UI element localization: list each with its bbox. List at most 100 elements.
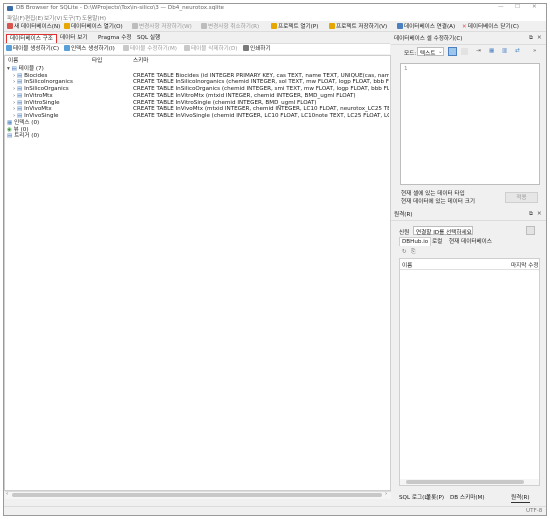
- tab-edit-pragmas[interactable]: Pragma 수정: [95, 34, 135, 43]
- tree-table-row[interactable]: › ▤ InVivoSingle: [13, 113, 59, 120]
- attach-db-icon: [397, 23, 403, 29]
- collapsed-arrow-icon: ›: [13, 92, 16, 99]
- table-icon: ▤: [17, 79, 23, 86]
- remote-tab-dbhub[interactable]: DBHub.io: [399, 237, 432, 246]
- save-project-icon: [329, 23, 335, 29]
- remote-tab-current-db[interactable]: 현재 데이터베이스: [449, 238, 492, 246]
- remote-column-name[interactable]: 이름: [402, 261, 412, 269]
- revert-icon: [201, 23, 207, 29]
- float-panel-icon[interactable]: ⧉: [529, 35, 533, 42]
- open-db-icon: [64, 23, 70, 29]
- scrollbar-thumb[interactable]: [12, 493, 382, 497]
- close-button[interactable]: ✕: [532, 4, 537, 10]
- table-icon: ▤: [17, 99, 23, 106]
- tree-group-triggers[interactable]: ▤ 트리거 (0): [7, 133, 39, 140]
- table-schema: CREATE TABLE InVivoSingle (chemid INTEGE…: [133, 112, 389, 119]
- apply-button-label: 적용: [516, 195, 527, 201]
- clone-icon[interactable]: ⎘: [411, 249, 415, 256]
- identity-select-value: 연결할 ID를 선택하세요: [416, 230, 472, 236]
- set-null-icon[interactable]: ▥: [502, 48, 507, 54]
- apply-button[interactable]: 적용: [505, 192, 538, 203]
- tab-browse-data[interactable]: 데이터 보기: [57, 34, 91, 43]
- close-panel-icon[interactable]: ✕: [537, 35, 542, 41]
- column-header-schema[interactable]: 스키마: [133, 57, 148, 66]
- collapsed-arrow-icon: ›: [13, 106, 16, 113]
- delete-table-icon: [184, 45, 190, 51]
- tree-group-indexes[interactable]: ▦ 인덱스 (0): [7, 120, 39, 127]
- close-database-button[interactable]: ✕데이터베이스 닫기(C): [462, 22, 519, 32]
- open-project-icon: [271, 23, 277, 29]
- table-icon: ▤: [17, 92, 23, 99]
- import-icon[interactable]: ⇥: [476, 48, 481, 54]
- create-table-button[interactable]: 테이블 생성하기(C): [6, 45, 59, 54]
- trigger-icon: ▤: [7, 133, 13, 140]
- tab-database-structure[interactable]: 데이터베이스 구조: [6, 34, 57, 43]
- remote-horizontal-scrollbar[interactable]: [400, 479, 539, 485]
- table-schema: CREATE TABLE InVitroSingle (chemid INTEG…: [133, 99, 317, 106]
- minimize-button[interactable]: —: [498, 4, 504, 10]
- table-schema: CREATE TABLE InVitroMtx (mtxid INTEGER, …: [133, 92, 356, 99]
- identity-select[interactable]: 연결할 ID를 선택하세요 ⌄: [413, 226, 473, 236]
- table-schema: CREATE TABLE InSilicoInorganics (chemid …: [133, 79, 389, 86]
- revert-changes-button[interactable]: 변경사항 취소하기(R): [201, 22, 259, 32]
- tab-db-schema[interactable]: DB 스키마(M): [450, 494, 485, 503]
- remote-file-list[interactable]: [399, 258, 540, 486]
- word-wrap-icon[interactable]: [461, 48, 468, 55]
- table-schema: CREATE TABLE InSilicoOrganics (chemid IN…: [133, 86, 389, 93]
- collapsed-arrow-icon: ›: [13, 112, 16, 119]
- remote-options-icon[interactable]: [526, 226, 535, 235]
- db-structure-tree[interactable]: [4, 55, 391, 491]
- close-panel-icon[interactable]: ✕: [537, 211, 542, 217]
- tree-table-row[interactable]: › ▤ Biocides: [13, 73, 47, 80]
- expanded-arrow-icon: ▾: [7, 66, 10, 72]
- print-button[interactable]: 인쇄하기: [243, 45, 271, 54]
- write-changes-button[interactable]: 변경사항 저장하기(W): [132, 22, 192, 32]
- cell-editor[interactable]: 1: [400, 63, 540, 185]
- refresh-icon[interactable]: ↻: [402, 249, 407, 255]
- create-index-icon: [64, 45, 70, 51]
- remote-column-modified[interactable]: 마지막 수정: [511, 261, 539, 269]
- column-header-type[interactable]: 타입: [92, 57, 102, 66]
- tree-table-row[interactable]: › ▤ InVitroMtx: [13, 93, 53, 100]
- attach-database-button[interactable]: 데이터베이스 연결(A): [397, 22, 455, 32]
- scroll-left-icon[interactable]: ‹: [6, 491, 8, 497]
- more-icon[interactable]: »: [533, 48, 536, 54]
- tab-plot[interactable]: 플롯(P): [426, 494, 444, 503]
- save-project-button[interactable]: 프로젝트 저장하기(V): [329, 22, 387, 32]
- scroll-right-icon[interactable]: ›: [385, 491, 387, 497]
- new-database-button[interactable]: 새 데이터베이스(N): [7, 22, 60, 32]
- delete-table-button[interactable]: 테이블 삭제하기(D): [184, 45, 237, 54]
- export-icon[interactable]: ▦: [489, 48, 494, 54]
- create-table-icon: [6, 45, 12, 51]
- modify-table-button[interactable]: 테이블 수정하기(M): [123, 45, 177, 54]
- tab-execute-sql[interactable]: SQL 실행: [134, 34, 163, 43]
- float-panel-icon[interactable]: ⧉: [529, 211, 533, 218]
- tree-table-row[interactable]: › ▤ InVivoMtx: [13, 106, 52, 113]
- index-icon: ▦: [7, 120, 13, 126]
- collapsed-arrow-icon: ›: [13, 86, 16, 93]
- close-db-icon: ✕: [462, 24, 467, 30]
- scrollbar-thumb[interactable]: [406, 480, 524, 484]
- table-icon: ▤: [17, 86, 23, 93]
- maximize-button[interactable]: ☐: [515, 4, 520, 10]
- table-schema: CREATE TABLE InVivoMtx (mtxid INTEGER, c…: [133, 106, 389, 113]
- tree-table-row[interactable]: › ▤ InVitroSingle: [13, 100, 60, 107]
- tree-table-row[interactable]: › ▤ InSilicoOrganics: [13, 86, 69, 93]
- table-schema: CREATE TABLE Biocides (id INTEGER PRIMAR…: [133, 72, 389, 79]
- tab-remote[interactable]: 원격(R): [511, 494, 530, 503]
- column-header-name[interactable]: 이름: [8, 57, 18, 66]
- eval-icon[interactable]: ⇄: [515, 48, 520, 54]
- chevron-down-icon: ⌄: [438, 49, 443, 55]
- remote-tab-local[interactable]: 로컬: [432, 238, 442, 246]
- data-size-info: 현재 데이터에 있는 데이터 크기: [401, 199, 476, 205]
- tree-group-tables[interactable]: ▾ ▤ 테이블 (7): [7, 66, 44, 73]
- auto-format-icon[interactable]: [448, 47, 457, 56]
- open-project-button[interactable]: 프로젝트 열기(P): [271, 22, 318, 32]
- open-database-button[interactable]: 데이터베이스 열기(O): [64, 22, 123, 32]
- mode-label: 모드:: [404, 51, 417, 57]
- menu-bar: 파일(F) 편집(E) 보기(V) 도구(T) 도움말(H): [4, 13, 546, 22]
- mode-select[interactable]: 텍스트 ⌄: [417, 47, 444, 57]
- remote-panel-title: 원격(R): [394, 212, 413, 218]
- create-index-button[interactable]: 인덱스 생성하기(I): [64, 45, 115, 54]
- tree-table-row[interactable]: › ▤ InSilicoInorganics: [13, 79, 73, 86]
